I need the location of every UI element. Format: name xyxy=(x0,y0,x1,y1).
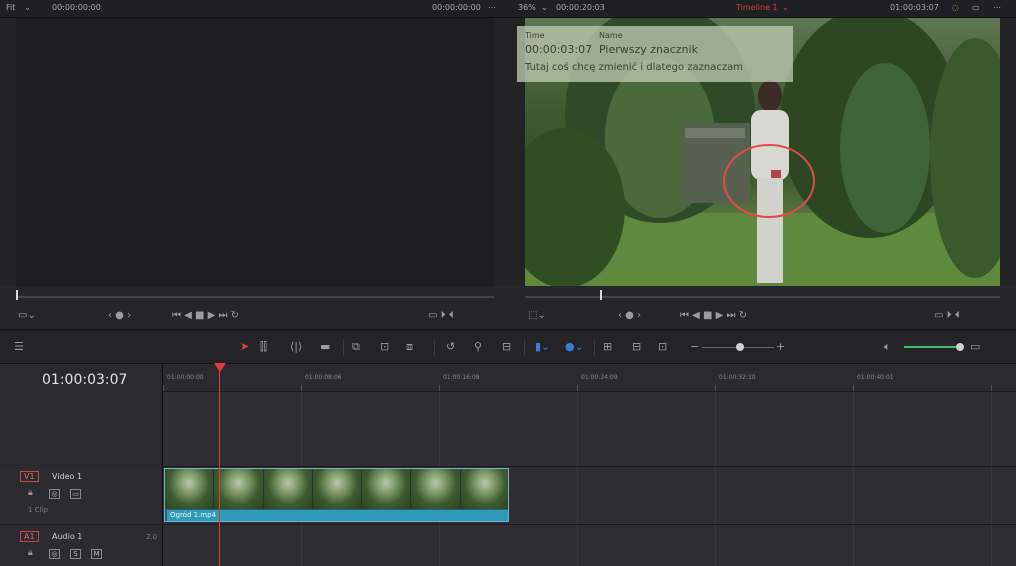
timeline-duration: 00:00:20:03 xyxy=(556,3,605,12)
source-transport-icons[interactable]: ⏮ ◀ ■ ▶ ⏭ ↻ xyxy=(172,310,239,321)
clip-thumbnail xyxy=(214,469,264,509)
clip-thumbnails xyxy=(165,469,508,509)
jog-icon[interactable]: ‹ ● › xyxy=(108,310,131,321)
zoom-detail-icon[interactable]: ⊟ xyxy=(632,340,641,353)
zoom-full-icon[interactable]: ⊞ xyxy=(603,340,612,353)
auto-select-icon[interactable]: ◎ xyxy=(49,489,60,499)
clip-thumbnail xyxy=(460,469,508,509)
selection-tool-icon[interactable]: ➤ xyxy=(240,340,249,353)
timeline-name[interactable]: Timeline 1 xyxy=(736,3,778,12)
video-clip[interactable]: Ogród 1.mp4 xyxy=(164,468,509,522)
linked-selection-icon[interactable]: ⚲ xyxy=(474,340,482,353)
timeline-loop-icons[interactable]: ▭ ⏵ ⏴ xyxy=(934,310,960,321)
blade-tool-icon[interactable]: ▬ xyxy=(320,340,330,353)
timeline-timecode: 01:00:03:07 xyxy=(890,3,939,12)
marker-note: Tutaj coś chcę zmienić i dlatego zaznacz… xyxy=(525,62,743,73)
timeline-timecode-display: 01:00:03:07 xyxy=(42,372,128,388)
source-more-icon[interactable]: ⋯ xyxy=(488,3,496,12)
meter-icon[interactable]: ▭ xyxy=(970,340,980,353)
lock-icon[interactable]: ⊟ xyxy=(502,340,511,353)
auto-select-icon[interactable]: ◎ xyxy=(49,549,60,559)
lock-icon[interactable]: 🔒︎ xyxy=(28,548,33,558)
viewer-mode-icon[interactable]: ▭⌄ xyxy=(18,310,36,321)
source-scrubber[interactable] xyxy=(16,296,494,298)
replace-clip-icon[interactable]: ⧈ xyxy=(406,340,413,354)
marker-icon[interactable]: ●⌄ xyxy=(565,340,584,353)
ruler-tick-label: 01:00:00:00 xyxy=(167,374,204,381)
playhead-handle[interactable] xyxy=(214,363,226,372)
zoom-slider-handle[interactable] xyxy=(736,343,744,351)
ruler-tick-label: 01:00:40:01 xyxy=(857,374,894,381)
source-viewer[interactable] xyxy=(16,18,494,286)
clip-thumbnail xyxy=(362,469,412,509)
snapping-icon[interactable]: ↺ xyxy=(446,340,455,353)
layout-icon[interactable]: ☰ xyxy=(14,340,24,353)
zoom-in-icon[interactable]: + xyxy=(776,340,785,353)
audio-track-tag[interactable]: A1 xyxy=(20,531,39,542)
chevron-down-icon[interactable]: ⌄ xyxy=(541,3,548,12)
timeline-ruler[interactable]: 01:00:00:00 01:00:08:06 01:00:16:08 01:0… xyxy=(163,364,1016,392)
viewer-margin-left xyxy=(0,18,16,286)
trim-tool-icon[interactable]: ⫿⫿ xyxy=(260,340,267,354)
playhead[interactable] xyxy=(219,370,220,566)
timecode-panel: 01:00:03:07 xyxy=(0,364,163,466)
timeline-zoom-label[interactable]: 36% xyxy=(518,3,536,12)
source-timecode: 00:00:00:00 xyxy=(52,3,101,12)
audio-track-level: 2.0 xyxy=(146,533,158,541)
clip-thumbnail xyxy=(165,469,215,509)
volume-icon[interactable]: 🔈︎ xyxy=(884,340,891,354)
chevron-down-icon[interactable]: ⌄ xyxy=(24,3,31,12)
clip-thumbnail xyxy=(411,469,461,509)
viewer-top-bar: Fit ⌄ 00:00:00:00 00:00:00:00 ⋯ 36% ⌄ 00… xyxy=(0,0,1016,18)
volume-slider[interactable] xyxy=(904,346,960,348)
clip-thumbnail xyxy=(263,469,313,509)
zoom-out-icon[interactable]: − xyxy=(690,340,699,353)
source-zoom-label[interactable]: Fit xyxy=(6,3,15,12)
timeline-jog-icon[interactable]: ‹ ● › xyxy=(618,310,641,321)
mute-button[interactable]: M xyxy=(91,549,102,559)
transport-controls-bar: ▭⌄ ‹ ● › ⏮ ◀ ■ ▶ ⏭ ↻ ▭ ⏵ ⏴ ⬚⌄ ‹ ● › ⏮ ◀ … xyxy=(0,286,1016,330)
lock-icon[interactable]: 🔒︎ xyxy=(28,488,33,498)
flag-icon[interactable]: ▮⌄ xyxy=(535,340,550,353)
marker-name-header: Name xyxy=(599,31,623,40)
sync-icon[interactable]: ◌ xyxy=(952,3,959,12)
clip-thumbnail xyxy=(312,469,363,509)
solo-button[interactable]: S xyxy=(70,549,81,559)
zoom-custom-icon[interactable]: ⊡ xyxy=(658,340,667,353)
timeline-scrubber[interactable] xyxy=(525,296,1000,298)
timeline-scrubber-handle[interactable] xyxy=(600,290,602,300)
ruler-tick-label: 01:00:16:08 xyxy=(443,374,480,381)
audio-track-name[interactable]: Audio 1 xyxy=(52,532,82,541)
video-track-name[interactable]: Video 1 xyxy=(52,472,82,481)
track-visibility-icon[interactable]: ▭ xyxy=(70,489,81,499)
ruler-tick-label: 01:00:08:06 xyxy=(305,374,342,381)
clip-count: 1 Clip xyxy=(28,506,48,514)
marker-time: 00:00:03:07 xyxy=(525,43,593,56)
marker-name: Pierwszy znacznik xyxy=(599,43,698,56)
window-icon[interactable]: ▭ xyxy=(972,3,980,12)
video-track-tag[interactable]: V1 xyxy=(20,471,39,482)
timeline-toolbar: ☰ ➤ ⫿⫿ ⟨|⟩ ▬ ⧉ ⊡ ⧈ ↺ ⚲ ⊟ ▮⌄ ●⌄ ⊞ ⊟ ⊡ − +… xyxy=(0,331,1016,364)
source-timecode-right: 00:00:00:00 xyxy=(432,3,481,12)
volume-slider-handle[interactable] xyxy=(956,343,964,351)
ruler-tick-label: 01:00:24:09 xyxy=(581,374,618,381)
ruler-tick-label: 01:00:32:10 xyxy=(719,374,756,381)
marker-overlay: Time Name 00:00:03:07 Pierwszy znacznik … xyxy=(517,26,793,82)
timeline-viewer-mode-icon[interactable]: ⬚⌄ xyxy=(528,310,546,321)
insert-clip-icon[interactable]: ⧉ xyxy=(352,340,360,354)
more-icon[interactable]: ⋯ xyxy=(993,3,1001,12)
marker-time-header: Time xyxy=(525,31,545,40)
dynamic-trim-icon[interactable]: ⟨|⟩ xyxy=(290,340,302,353)
video-track-header[interactable]: V1 Video 1 🔒︎ ◎ ▭ 1 Clip xyxy=(0,466,163,524)
chevron-down-icon[interactable]: ⌄ xyxy=(782,3,789,12)
audio-track-header[interactable]: A1 Audio 1 2.0 🔒︎ ◎ S M xyxy=(0,525,163,566)
source-loop-icons[interactable]: ▭ ⏵ ⏴ xyxy=(428,310,454,321)
overwrite-clip-icon[interactable]: ⊡ xyxy=(380,340,389,353)
viewer-margin-right xyxy=(1000,18,1016,286)
source-scrubber-handle[interactable] xyxy=(16,290,18,300)
timeline-transport-icons[interactable]: ⏮ ◀ ■ ▶ ⏭ ↻ xyxy=(680,310,747,321)
